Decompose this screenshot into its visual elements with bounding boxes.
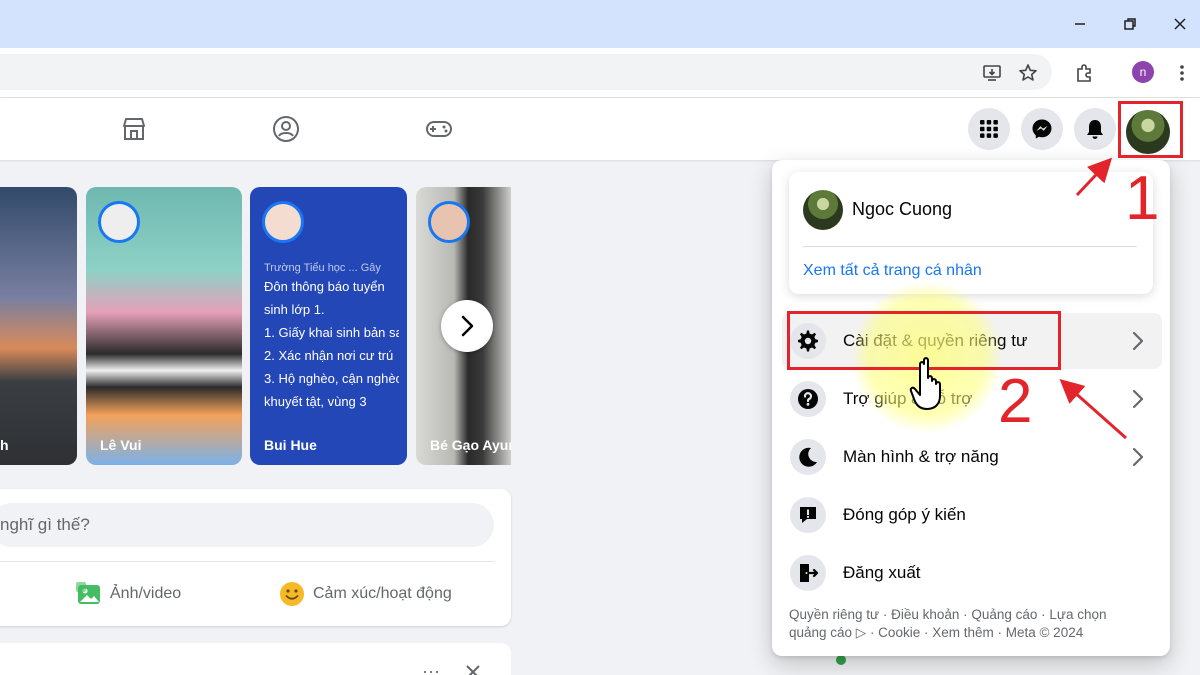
menu-item-display-accessibility[interactable]: Màn hình & trợ năng	[782, 429, 1162, 485]
post-composer: nghĩ gì thế? Ảnh/video Cảm xúc/hoạt động	[0, 489, 511, 626]
facebook-header	[0, 98, 1200, 160]
feeling-activity-label: Cảm xúc/hoạt động	[313, 585, 452, 602]
feed-post: ···	[0, 643, 511, 675]
smiley-icon	[280, 582, 304, 606]
profile-name: Ngoc Cuong	[852, 199, 953, 219]
story-text: Trường Tiểu học ... Gây Đôn thông báo tu…	[264, 262, 399, 409]
stories-next-button[interactable]	[441, 300, 493, 352]
menu-item-label: Cài đặt & quyền riêng tư	[843, 331, 1028, 350]
story-name: Bé Gạo Ayun	[430, 437, 511, 453]
menu-item-label: Đóng góp ý kiến	[843, 505, 966, 524]
bookmark-star-icon[interactable]	[1016, 61, 1040, 85]
groups-icon[interactable]	[271, 114, 301, 144]
more-options-icon[interactable]: ···	[422, 661, 440, 675]
divider	[0, 561, 495, 562]
help-icon	[790, 381, 826, 417]
step-number-1: 1	[1125, 164, 1160, 233]
divider	[803, 246, 1137, 247]
story-name: Lê Vui	[100, 437, 142, 453]
story-avatar	[262, 201, 304, 243]
browser-titlebar	[0, 0, 1200, 48]
story-card[interactable]: h	[0, 187, 77, 465]
chevron-right-icon	[461, 315, 474, 337]
menu-item-settings-privacy[interactable]: Cài đặt & quyền riêng tư	[782, 313, 1162, 369]
composer-input[interactable]: nghĩ gì thế?	[0, 503, 494, 547]
photo-video-button[interactable]: Ảnh/video	[76, 577, 181, 611]
menu-item-give-feedback[interactable]: Đóng góp ý kiến	[782, 487, 1162, 543]
notifications-icon[interactable]	[1074, 108, 1116, 150]
hand-cursor-icon	[909, 357, 941, 410]
story-avatar	[428, 201, 470, 243]
story-name: Bui Hue	[264, 437, 317, 453]
step-number-2: 2	[998, 367, 1033, 436]
feedback-icon	[790, 497, 826, 533]
story-name: h	[0, 437, 9, 453]
menu-item-label: Màn hình & trợ năng	[843, 447, 999, 466]
menu-item-help-support[interactable]: Trợ giúp & hỗ trợ	[782, 371, 1162, 427]
photo-icon	[76, 582, 100, 604]
gaming-icon[interactable]	[424, 114, 454, 144]
close-icon[interactable]	[464, 663, 482, 675]
browser-menu-icon[interactable]	[1170, 61, 1194, 85]
logout-icon	[790, 555, 826, 591]
account-menu: Ngoc Cuong Xem tất cả trang cá nhân Cài …	[772, 160, 1170, 656]
chevron-right-icon	[1132, 331, 1144, 351]
story-card[interactable]: Lê Vui	[86, 187, 242, 465]
avatar	[803, 190, 843, 230]
menu-grid-icon[interactable]	[968, 108, 1010, 150]
account-avatar[interactable]	[1126, 110, 1170, 154]
feeling-activity-button[interactable]: Cảm xúc/hoạt động	[279, 577, 452, 611]
minimize-icon[interactable]	[1068, 12, 1092, 36]
footer-links-line2[interactable]: quảng cáo ▷ · Cookie · Xem thêm · Meta ©…	[789, 624, 1159, 642]
photo-video-label: Ảnh/video	[110, 585, 182, 602]
chevron-right-icon	[1132, 447, 1144, 467]
browser-toolbar	[0, 48, 1200, 98]
moon-icon	[790, 439, 826, 475]
marketplace-icon[interactable]	[119, 114, 149, 144]
browser-profile-avatar[interactable]: n	[1132, 61, 1154, 83]
extensions-icon[interactable]	[1072, 61, 1096, 85]
menu-item-log-out[interactable]: Đăng xuất	[782, 545, 1162, 601]
install-app-icon[interactable]	[980, 61, 1004, 85]
profile-card[interactable]: Ngoc Cuong Xem tất cả trang cá nhân	[789, 172, 1153, 294]
story-card[interactable]: Trường Tiểu học ... Gây Đôn thông báo tu…	[250, 187, 407, 465]
menu-item-label: Đăng xuất	[843, 563, 921, 582]
close-icon[interactable]	[1168, 12, 1192, 36]
chevron-right-icon	[1132, 389, 1144, 409]
gear-icon	[790, 323, 826, 359]
online-status-icon	[836, 655, 846, 665]
messenger-icon[interactable]	[1021, 108, 1063, 150]
footer-links-line1[interactable]: Quyền riêng tư · Điều khoản · Quảng cáo …	[789, 606, 1159, 624]
address-bar[interactable]	[0, 54, 1052, 90]
story-avatar	[98, 201, 140, 243]
restore-icon[interactable]	[1118, 12, 1142, 36]
see-all-profiles-link[interactable]: Xem tất cả trang cá nhân	[803, 262, 982, 280]
menu-footer: Quyền riêng tư · Điều khoản · Quảng cáo …	[789, 606, 1159, 642]
